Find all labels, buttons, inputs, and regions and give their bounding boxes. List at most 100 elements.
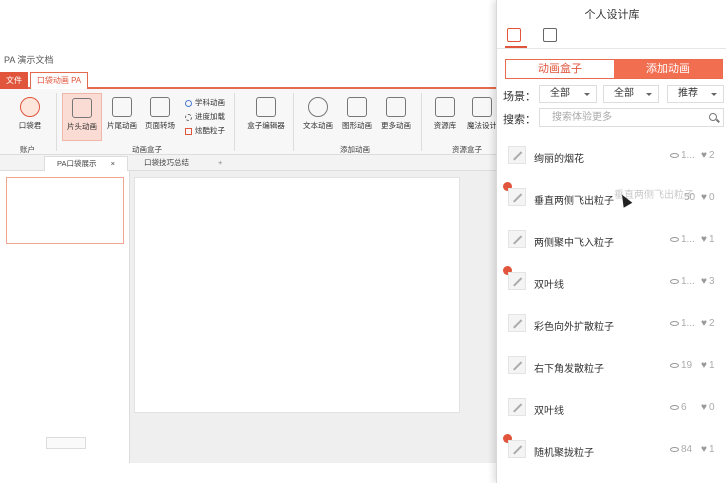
magic-design-button[interactable]: 魔法设计 [464, 93, 500, 141]
sort-dropdown[interactable]: 推荐 [667, 85, 724, 103]
close-icon[interactable]: × [111, 157, 115, 171]
document-tabs: PA口袋展示 × 口袋技巧总结 + [0, 155, 500, 171]
eye-icon [670, 152, 679, 158]
divider [421, 93, 422, 151]
box-editor-label: 盒子编辑器 [247, 121, 285, 130]
heart-icon: ♥ [701, 360, 707, 371]
text-icon [308, 97, 328, 117]
divider [234, 93, 235, 151]
group-add-anim-label: 添加动画 [340, 145, 370, 154]
shape-star-icon [347, 97, 367, 117]
particle-icon [185, 127, 192, 135]
text-anim-label: 文本动画 [303, 121, 333, 130]
panel-title: 个人设计库 [584, 9, 640, 21]
cube-icon [256, 97, 276, 117]
chevron-down-icon [646, 93, 652, 96]
box-tab-icon[interactable] [507, 28, 521, 42]
divider [293, 93, 294, 151]
list-item[interactable]: 随机聚拢粒子 84 ♥ 1 [496, 430, 726, 472]
text-anim-button[interactable]: 文本动画 [298, 93, 338, 141]
window-title: PA 演示文档 [4, 55, 54, 65]
slide-icon [150, 97, 170, 117]
page-transition-label: 页面转场 [145, 121, 175, 130]
box-editor-button[interactable]: 盒子编辑器 [244, 93, 288, 141]
heart-icon: ♥ [701, 150, 707, 161]
seg-add-anim[interactable]: 添加动画 [614, 60, 722, 78]
wand-icon [508, 398, 526, 416]
resource-lib-button[interactable]: 资源库 [425, 93, 465, 141]
heart-icon: ♥ [701, 444, 707, 455]
avatar-icon [20, 97, 40, 117]
template-tab-icon[interactable] [543, 28, 557, 42]
outro-anim-label: 片尾动画 [107, 121, 137, 130]
page-transition-button[interactable]: 页面转场 [140, 93, 180, 141]
wand-icon [508, 314, 526, 332]
slide-thumbnails [0, 171, 130, 463]
group-anim-box-label: 动画盒子 [132, 145, 162, 154]
chevron-down-icon [711, 93, 717, 96]
more-anim-button[interactable]: 更多动画 [376, 93, 416, 141]
list-item[interactable]: 右下角发散粒子 19 ♥ 1 [496, 346, 726, 388]
resource-lib-label: 资源库 [433, 121, 457, 130]
library-icon [435, 97, 455, 117]
list-item[interactable]: 双叶线 1... ♥ 3 [496, 262, 726, 304]
ribbon: 口袋君 账户 片头动画 片尾动画 页面转场 学科动画 进度加载 炫酷粒子 动画盒… [0, 89, 500, 155]
doc-tab-active[interactable]: PA口袋展示 × [44, 156, 128, 171]
intro-anim-button[interactable]: 片头动画 [62, 93, 102, 141]
wand-icon [508, 188, 526, 206]
slide-thumbnail[interactable] [6, 177, 124, 244]
group-account-label: 账户 [20, 145, 35, 154]
list-item[interactable]: 双叶线 6 ♥ 0 [496, 388, 726, 430]
outro-anim-button[interactable]: 片尾动画 [102, 93, 142, 141]
wand-icon [508, 146, 526, 164]
subject-anim-item[interactable]: 学科动画 [185, 97, 225, 108]
intro-anim-label: 片头动画 [67, 122, 97, 131]
list-item[interactable]: 绚丽的烟花 1... ♥ 2 [496, 136, 726, 178]
seg-anim-box[interactable]: 动画盒子 [506, 60, 614, 78]
search-input[interactable]: 搜索体验更多 [539, 108, 724, 127]
pager[interactable] [46, 437, 86, 449]
eye-icon [670, 362, 679, 368]
particle-item[interactable]: 炫酷粒子 [185, 125, 225, 136]
search-icon[interactable] [709, 113, 717, 121]
heart-icon: ♥ [701, 276, 707, 287]
eye-icon [670, 320, 679, 326]
wand-icon [508, 272, 526, 290]
grid-icon [386, 97, 406, 117]
work-area [0, 171, 500, 463]
account-button[interactable]: 口袋君 [10, 93, 50, 141]
progress-load-item[interactable]: 进度加载 [185, 111, 225, 122]
eye-icon [670, 446, 679, 452]
menubar: 文件 口袋动画 PA [0, 70, 500, 89]
shape-anim-button[interactable]: 图形动画 [337, 93, 377, 141]
category-dropdown[interactable]: 全部 [603, 85, 659, 103]
scene-dropdown[interactable]: 全部 [539, 85, 597, 103]
star-icon [185, 99, 192, 107]
divider [56, 93, 57, 151]
doc-tab[interactable]: 口袋技巧总结 [132, 156, 212, 171]
slide-canvas[interactable] [134, 177, 460, 413]
heart-icon: ♥ [701, 402, 707, 413]
loading-icon [185, 113, 192, 121]
wand-icon [472, 97, 492, 117]
menu-file[interactable]: 文件 [0, 72, 28, 89]
chevron-down-icon [584, 93, 590, 96]
list-item[interactable]: 两侧聚中飞入粒子 1... ♥ 1 [496, 220, 726, 262]
eye-icon [670, 404, 679, 410]
eye-icon [670, 278, 679, 284]
clapper-icon [112, 97, 132, 117]
film-icon [72, 98, 92, 118]
scene-label: 场景： [503, 91, 536, 103]
list-item[interactable]: 彩色向外扩散粒子 1... ♥ 2 [496, 304, 726, 346]
shape-anim-label: 图形动画 [342, 121, 372, 130]
more-anim-label: 更多动画 [381, 121, 411, 130]
account-label: 口袋君 [18, 121, 42, 130]
menu-tab-pa[interactable]: 口袋动画 PA [30, 72, 88, 89]
group-resource-label: 资源盒子 [452, 145, 482, 154]
heart-icon: ♥ [701, 318, 707, 329]
segment-control: 动画盒子 添加动画 [505, 59, 723, 79]
add-tab-icon[interactable]: + [214, 156, 228, 171]
app-window: PA 演示文档 文件 口袋动画 PA 口袋君 账户 片头动画 片尾动画 页面转场… [0, 0, 726, 483]
magic-design-label: 魔法设计 [467, 121, 497, 130]
eye-icon [670, 236, 679, 242]
